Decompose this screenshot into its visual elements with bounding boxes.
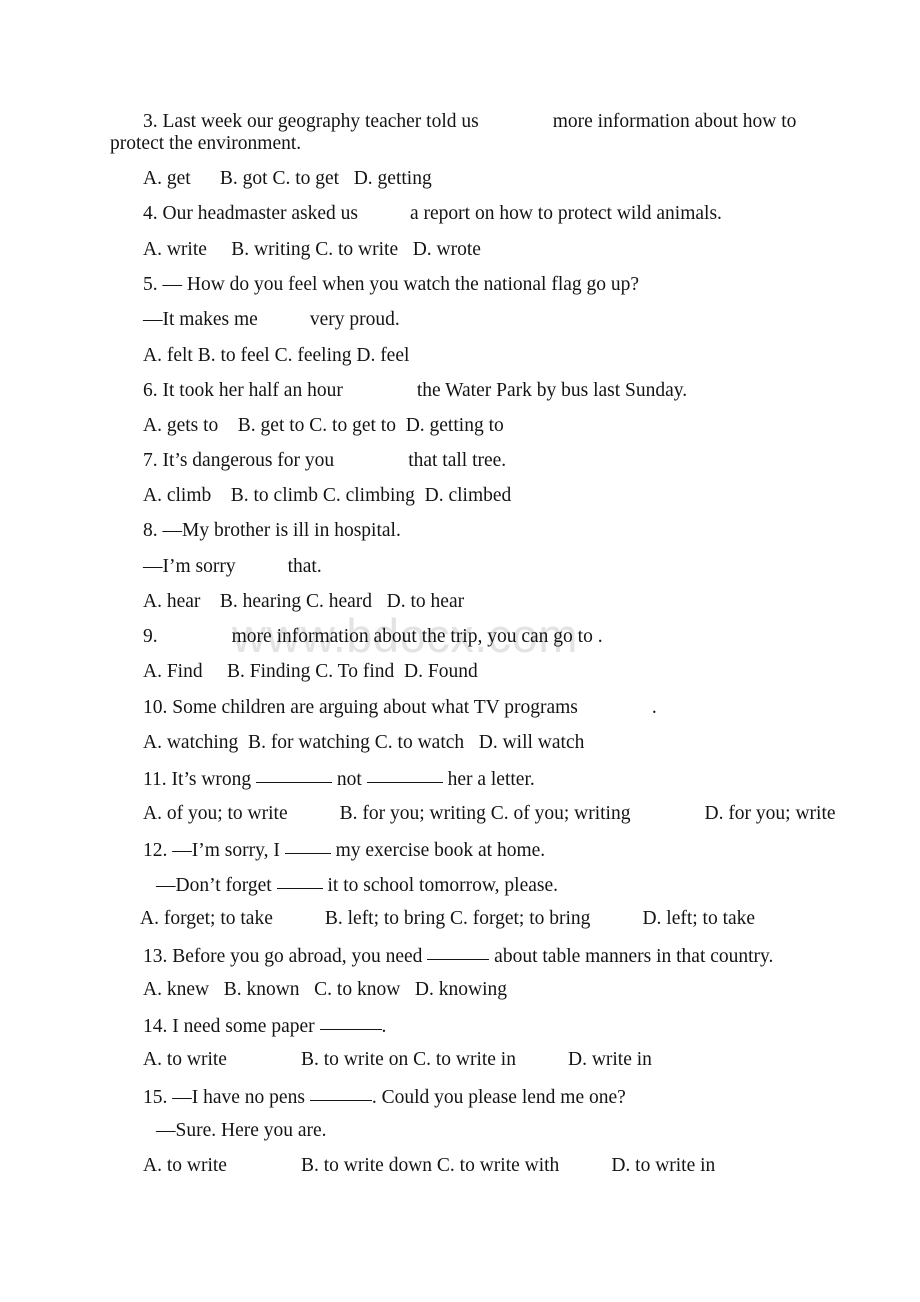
question-15-options: A. to write B. to write down C. to write … bbox=[143, 1154, 715, 1178]
answer-blank[interactable] bbox=[276, 872, 323, 889]
answer-blank[interactable] bbox=[256, 766, 333, 783]
question-7-stem-part1: 7. It’s dangerous for you bbox=[143, 450, 335, 471]
document-page: 3. Last week our geography teacher told … bbox=[0, 0, 920, 1302]
question-15-option-a: A. to write bbox=[143, 1155, 227, 1176]
question-12-stem-pre: 12. —I’m sorry, I bbox=[143, 839, 285, 861]
question-11-options: A. of you; to write B. for you; writing C… bbox=[143, 802, 836, 826]
question-13-stem-post: about table manners in that country. bbox=[489, 945, 774, 967]
question-8-reply: —I’m sorry that. bbox=[143, 555, 322, 579]
question-15-stem: 15. —I have no pens . Could you please l… bbox=[143, 1084, 626, 1110]
question-11-option-a: A. of you; to write bbox=[143, 803, 288, 824]
question-7-stem-part2: that tall tree. bbox=[408, 450, 507, 471]
question-12-option-bc: B. left; to bring C. forget; to bring bbox=[324, 908, 591, 929]
question-12-reply-post: it to school tomorrow, please. bbox=[322, 874, 559, 896]
question-7-options: A. climb B. to climb C. climbing D. clim… bbox=[143, 485, 512, 506]
question-3-stem-wrap: protect the environment. bbox=[110, 133, 302, 154]
question-12-stem: 12. —I’m sorry, I my exercise book at ho… bbox=[143, 837, 545, 863]
question-14-option-a: A. to write bbox=[143, 1049, 227, 1070]
answer-blank[interactable] bbox=[319, 1013, 382, 1030]
question-11-stem-mid: not bbox=[332, 768, 367, 790]
question-5-reply-part2: very proud. bbox=[309, 309, 400, 330]
question-6-stem-part2: the Water Park by bus last Sunday. bbox=[416, 380, 688, 401]
question-7-stem: 7. It’s dangerous for you that tall tree. bbox=[143, 449, 506, 473]
question-8-options: A. hear B. hearing C. heard D. to hear bbox=[143, 591, 465, 612]
question-6-stem: 6. It took her half an hour the Water Par… bbox=[143, 379, 687, 403]
answer-blank[interactable] bbox=[284, 837, 331, 854]
question-12-stem-post: my exercise book at home. bbox=[330, 839, 546, 861]
question-10-stem-part2: . bbox=[651, 697, 657, 718]
question-3-options: A. get B. got C. to get D. getting bbox=[143, 168, 432, 189]
question-11-stem-post: her a letter. bbox=[442, 768, 535, 790]
question-14-stem-pre: 14. I need some paper bbox=[143, 1015, 320, 1037]
question-9-stem: 9. more information about the trip, you c… bbox=[143, 625, 603, 649]
answer-blank[interactable] bbox=[366, 766, 443, 783]
question-5-reply: —It makes me very proud. bbox=[143, 308, 400, 332]
answer-blank[interactable] bbox=[427, 943, 490, 960]
question-10-options: A. watching B. for watching C. to watch … bbox=[143, 732, 585, 753]
question-14-stem-post: . bbox=[381, 1015, 387, 1037]
question-13-stem: 13. Before you go abroad, you need about… bbox=[143, 943, 773, 969]
question-9-stem-part1: 9. bbox=[143, 626, 158, 647]
question-6-stem-part1: 6. It took her half an hour bbox=[143, 380, 343, 401]
question-12-options: A. forget; to take B. left; to bring C. f… bbox=[140, 907, 755, 931]
question-4-stem: 4. Our headmaster asked us a report on ho… bbox=[143, 202, 722, 226]
question-9-options: A. Find B. Finding C. To find D. Found bbox=[143, 661, 478, 682]
question-11-option-d: D. for you; write bbox=[704, 803, 836, 824]
question-11-option-bc: B. for you; writing C. of you; writing bbox=[339, 803, 631, 824]
question-5-options: A. felt B. to feel C. feeling D. feel bbox=[143, 345, 410, 366]
question-15-option-bc: B. to write down C. to write with bbox=[300, 1155, 560, 1176]
question-4-options: A. write B. writing C. to write D. wrote bbox=[143, 239, 481, 260]
question-12-option-d: D. left; to take bbox=[642, 908, 756, 929]
question-4-stem-part2: a report on how to protect wild animals. bbox=[409, 203, 722, 224]
question-8-reply-part2: that. bbox=[287, 556, 322, 577]
question-6-options: A. gets to B. get to C. to get to D. get… bbox=[143, 415, 504, 436]
question-15-stem-post: . Could you please lend me one? bbox=[371, 1086, 626, 1108]
question-15-stem-pre: 15. —I have no pens bbox=[143, 1086, 310, 1108]
question-10-stem-part1: 10. Some children are arguing about what… bbox=[143, 697, 578, 718]
question-12-reply-pre: —Don’t forget bbox=[156, 874, 277, 896]
question-14-options: A. to write B. to write on C. to write in… bbox=[143, 1048, 652, 1072]
question-15-option-d: D. to write in bbox=[611, 1155, 716, 1176]
question-3-stem-part2: more information about how to bbox=[552, 111, 797, 132]
question-12-option-a: A. forget; to take bbox=[140, 908, 273, 929]
question-10-stem: 10. Some children are arguing about what… bbox=[143, 696, 657, 720]
question-13-stem-pre: 13. Before you go abroad, you need bbox=[143, 945, 428, 967]
question-11-stem-pre: 11. It’s wrong bbox=[143, 768, 257, 790]
question-12-reply: —Don’t forget it to school tomorrow, ple… bbox=[156, 872, 558, 898]
question-13-options: A. knew B. known C. to know D. knowing bbox=[143, 979, 507, 1000]
question-15-reply: —Sure. Here you are. bbox=[156, 1120, 327, 1141]
question-14-option-d: D. write in bbox=[567, 1049, 652, 1070]
question-3-stem: 3. Last week our geography teacher told … bbox=[143, 110, 796, 134]
question-5-reply-part1: —It makes me bbox=[143, 309, 258, 330]
question-8-stem: 8. —My brother is ill in hospital. bbox=[143, 520, 401, 541]
question-9-stem-part2: more information about the trip, you can… bbox=[231, 626, 603, 647]
question-3-stem-part1: 3. Last week our geography teacher told … bbox=[143, 111, 479, 132]
question-5-stem: 5. — How do you feel when you watch the … bbox=[143, 274, 640, 295]
question-11-stem: 11. It’s wrong not her a letter. bbox=[143, 766, 535, 792]
question-4-stem-part1: 4. Our headmaster asked us bbox=[143, 203, 358, 224]
question-8-reply-part1: —I’m sorry bbox=[143, 556, 236, 577]
answer-blank[interactable] bbox=[309, 1084, 372, 1101]
question-14-stem: 14. I need some paper . bbox=[143, 1013, 386, 1039]
question-14-option-bc: B. to write on C. to write in bbox=[300, 1049, 516, 1070]
